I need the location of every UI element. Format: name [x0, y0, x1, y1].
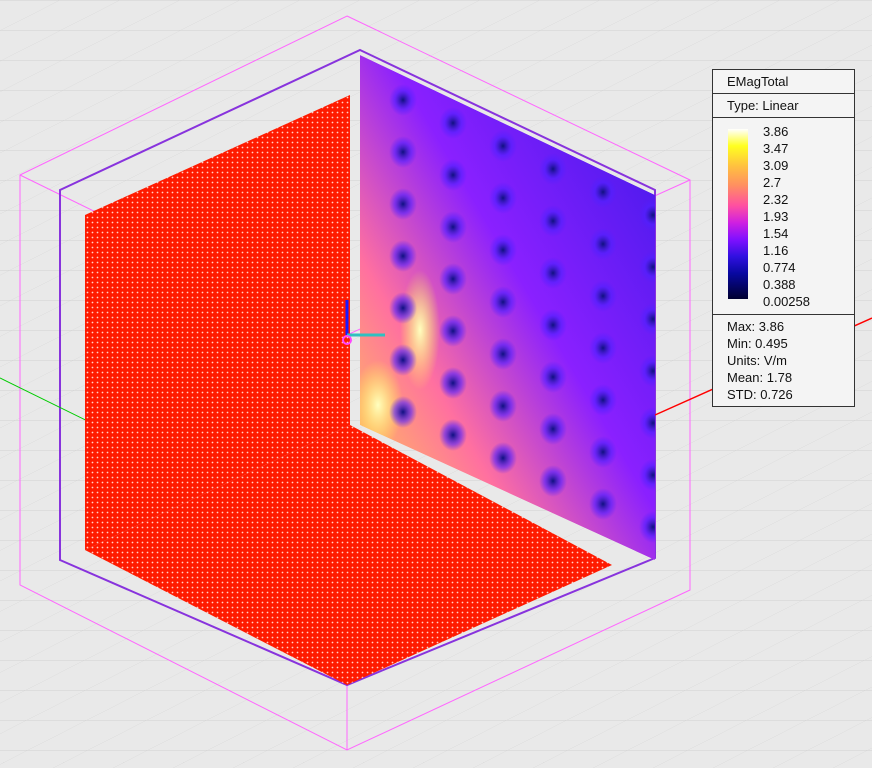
field-minimum	[489, 390, 517, 422]
field-minimum	[539, 205, 567, 237]
scale-value: 2.7	[763, 175, 782, 190]
field-minimum	[539, 153, 567, 185]
field-minimum	[439, 107, 467, 139]
field-minimum	[439, 419, 467, 451]
field-minimum	[389, 344, 417, 376]
legend-type: Type: Linear	[713, 94, 854, 118]
scale-value: 2.32	[763, 192, 789, 207]
field-minimum	[389, 136, 417, 168]
stat-units: Units: V/m	[727, 353, 787, 368]
color-bar	[728, 129, 748, 299]
scale-value: 1.93	[763, 209, 789, 224]
field-minimum	[439, 263, 467, 295]
field-legend[interactable]: EMagTotal Type: Linear 3.86 3.47 3.09 2.…	[712, 69, 855, 407]
field-minimum	[539, 465, 567, 497]
field-minimum	[489, 286, 517, 318]
stat-max: Max: 3.86	[727, 319, 785, 334]
scale-value: 3.47	[763, 141, 789, 156]
field-minimum	[589, 488, 617, 520]
field-minimum	[589, 280, 617, 312]
field-minimum	[589, 436, 617, 468]
field-minimum	[389, 396, 417, 428]
field-minimum	[489, 442, 517, 474]
scale-value: 1.16	[763, 243, 789, 258]
field-minimum	[389, 188, 417, 220]
field-minimum	[489, 234, 517, 266]
field-minimum	[539, 413, 567, 445]
field-minimum	[589, 384, 617, 416]
scale-value: 3.09	[763, 158, 789, 173]
field-minimum	[539, 309, 567, 341]
legend-title: EMagTotal	[713, 70, 854, 94]
field-minimum	[489, 182, 517, 214]
scale-value: 3.86	[763, 124, 789, 139]
field-minimum	[489, 130, 517, 162]
field-minimum	[389, 240, 417, 272]
field-minimum	[589, 228, 617, 260]
field-minimum	[439, 367, 467, 399]
field-minimum	[389, 84, 417, 116]
stat-std: STD: 0.726	[727, 387, 793, 402]
field-minimum	[539, 361, 567, 393]
stat-mean: Mean: 1.78	[727, 370, 793, 385]
field-minimum	[439, 211, 467, 243]
field-minimum	[489, 338, 517, 370]
field-minimum	[439, 159, 467, 191]
scale-value: 1.54	[763, 226, 789, 241]
field-minimum	[439, 315, 467, 347]
field-minimum	[539, 257, 567, 289]
scale-value: 0.388	[763, 277, 796, 292]
field-minimum	[589, 332, 617, 364]
scale-value: 0.00258	[763, 294, 810, 309]
field-minimum	[589, 176, 617, 208]
color-scale: 3.86 3.47 3.09 2.7 2.32 1.93 1.54 1.16 0…	[713, 118, 854, 315]
field-minimum	[389, 292, 417, 324]
scale-value: 0.774	[763, 260, 796, 275]
stat-min: Min: 0.495	[727, 336, 788, 351]
